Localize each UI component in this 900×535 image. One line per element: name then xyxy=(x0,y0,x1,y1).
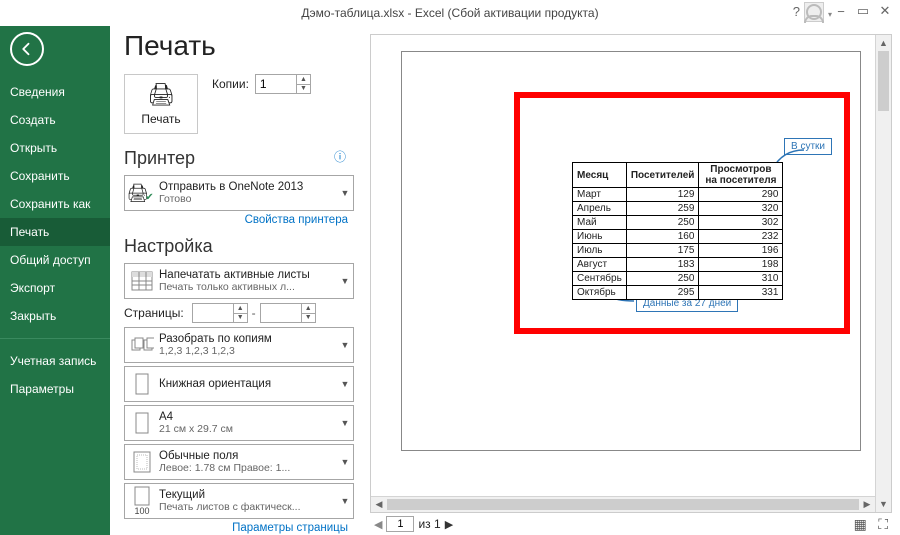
sidebar-item-share[interactable]: Общий доступ xyxy=(0,246,110,274)
help-icon[interactable]: ? xyxy=(793,4,800,19)
sidebar-item-open[interactable]: Открыть xyxy=(0,134,110,162)
chevron-down-icon: ▼ xyxy=(337,379,353,389)
chevron-down-icon[interactable]: ▼ xyxy=(876,496,891,512)
back-button[interactable] xyxy=(10,32,44,66)
preview-table: МесяцПосетителейПросмотров на посетителя… xyxy=(572,162,783,300)
print-preview: В сутки Данные за 27 дней МесяцПосетител… xyxy=(370,34,892,513)
margins-l1: Обычные поля xyxy=(159,450,337,462)
prev-page-button[interactable]: ◀ xyxy=(374,518,382,531)
sidebar-item-new[interactable]: Создать xyxy=(0,106,110,134)
sidebar-item-save[interactable]: Сохранить xyxy=(0,162,110,190)
info-icon[interactable]: ⓘ xyxy=(334,148,346,165)
copies-input[interactable] xyxy=(256,75,296,93)
sidebar-item-options[interactable]: Параметры xyxy=(0,375,110,403)
scrollbar-thumb[interactable] xyxy=(878,51,889,111)
print-button[interactable]: 🖨 Печать xyxy=(124,74,198,134)
collate-l1: Разобрать по копиям xyxy=(159,333,337,345)
zoom-to-page-icon[interactable]: ⛶ xyxy=(878,516,888,532)
page-title: Печать xyxy=(124,30,354,62)
orient-l1: Книжная ориентация xyxy=(159,378,337,390)
pages-to-input[interactable] xyxy=(261,304,301,322)
chevron-up-icon[interactable]: ▲ xyxy=(302,304,315,314)
scaling-l1: Текущий xyxy=(159,489,337,501)
paper-select[interactable]: A4 21 см x 29.7 см ▼ xyxy=(124,405,354,441)
print-area-l1: Напечатать активные листы xyxy=(159,269,337,281)
sidebar-item-close[interactable]: Закрыть xyxy=(0,302,110,330)
chevron-down-icon: ▼ xyxy=(337,418,353,428)
pages-from-stepper[interactable]: ▲▼ xyxy=(192,303,248,323)
print-area-l2: Печать только активных л... xyxy=(159,281,319,293)
sidebar-item-account[interactable]: Учетная запись xyxy=(0,347,110,375)
print-button-label: Печать xyxy=(141,112,180,126)
print-area-select[interactable]: Напечатать активные листы Печать только … xyxy=(124,263,354,299)
printer-name: Отправить в OneNote 2013 xyxy=(159,181,337,193)
portrait-icon xyxy=(125,373,159,395)
scrollbar-thumb[interactable] xyxy=(387,499,859,510)
pages-from-input[interactable] xyxy=(193,304,233,322)
copies-label: Копии: xyxy=(212,77,249,91)
sidebar-item-export[interactable]: Экспорт xyxy=(0,274,110,302)
chevron-down-icon: ▼ xyxy=(337,496,353,506)
margins-l2: Левое: 1.78 см Правое: 1... xyxy=(159,462,319,474)
paper-l1: A4 xyxy=(159,411,337,423)
chevron-down-icon[interactable]: ▼ xyxy=(234,314,247,323)
scaling-l2: Печать листов с фактическ... xyxy=(159,501,319,513)
chevron-right-icon[interactable]: ▶ xyxy=(859,497,875,512)
page-setup-link[interactable]: Параметры страницы xyxy=(124,522,348,534)
page-icon xyxy=(125,412,159,434)
printer-icon: 🖨 xyxy=(147,82,175,108)
app-title: Дэмо-таблица.xlsx - Excel (Сбой активаци… xyxy=(301,6,598,20)
sheet-icon xyxy=(125,271,159,291)
chevron-up-icon[interactable]: ▲ xyxy=(876,35,891,51)
chevron-down-icon: ▼ xyxy=(337,188,353,198)
preview-scrollbar-h[interactable]: ◀ ▶ xyxy=(371,496,875,512)
sidebar-item-print[interactable]: Печать xyxy=(0,218,110,246)
page-of-label: из 1 xyxy=(418,517,440,531)
chevron-down-icon: ▼ xyxy=(337,276,353,286)
chevron-up-icon[interactable]: ▲ xyxy=(234,304,247,314)
margins-icon xyxy=(125,450,159,474)
chevron-left-icon[interactable]: ◀ xyxy=(371,497,387,512)
chevron-down-icon[interactable]: ▼ xyxy=(302,314,315,323)
chevron-down-icon: ▼ xyxy=(337,340,353,350)
pages-to-stepper[interactable]: ▲▼ xyxy=(260,303,316,323)
pages-label: Страницы: xyxy=(124,306,184,320)
copies-stepper[interactable]: ▲ ▼ xyxy=(255,74,311,94)
printer-properties-link[interactable]: Свойства принтера xyxy=(124,214,348,226)
backstage-sidebar: Сведения Создать Открыть Сохранить Сохра… xyxy=(0,26,110,535)
printer-device-icon: 🖨✔ xyxy=(125,183,159,204)
paper-l2: 21 см x 29.7 см xyxy=(159,423,319,435)
next-page-button[interactable]: ▶ xyxy=(445,518,453,531)
printer-select[interactable]: 🖨✔ Отправить в OneNote 2013 Готово ▼ xyxy=(124,175,354,211)
margins-select[interactable]: Обычные поля Левое: 1.78 см Правое: 1...… xyxy=(124,444,354,480)
close-icon[interactable]: ✕ xyxy=(874,2,896,20)
chevron-down-icon: ▼ xyxy=(337,457,353,467)
collate-l2: 1,2,3 1,2,3 1,2,3 xyxy=(159,345,319,357)
orientation-select[interactable]: Книжная ориентация ▼ xyxy=(124,366,354,402)
preview-page: В сутки Данные за 27 дней МесяцПосетител… xyxy=(401,51,861,451)
minimize-icon[interactable]: − xyxy=(830,2,852,20)
restore-icon[interactable]: ▭ xyxy=(852,2,874,20)
chevron-down-icon[interactable]: ▼ xyxy=(297,85,310,94)
collate-select[interactable]: Разобрать по копиям 1,2,3 1,2,3 1,2,3 ▼ xyxy=(124,327,354,363)
collate-icon xyxy=(125,334,159,356)
chevron-up-icon[interactable]: ▲ xyxy=(297,75,310,85)
avatar[interactable] xyxy=(804,2,824,22)
show-margins-icon[interactable]: ▦ xyxy=(854,516,867,532)
printer-status: Готово xyxy=(159,193,319,205)
preview-scrollbar-v[interactable]: ▲ ▼ xyxy=(875,35,891,512)
sidebar-item-info[interactable]: Сведения xyxy=(0,78,110,106)
sidebar-item-saveas[interactable]: Сохранить как xyxy=(0,190,110,218)
page-number-input[interactable] xyxy=(386,516,414,532)
scaling-select[interactable]: 100 Текущий Печать листов с фактическ...… xyxy=(124,483,354,519)
printer-section-title: Принтер xyxy=(124,148,354,169)
settings-section-title: Настройка xyxy=(124,236,354,257)
scaling-icon: 100 xyxy=(125,486,159,516)
